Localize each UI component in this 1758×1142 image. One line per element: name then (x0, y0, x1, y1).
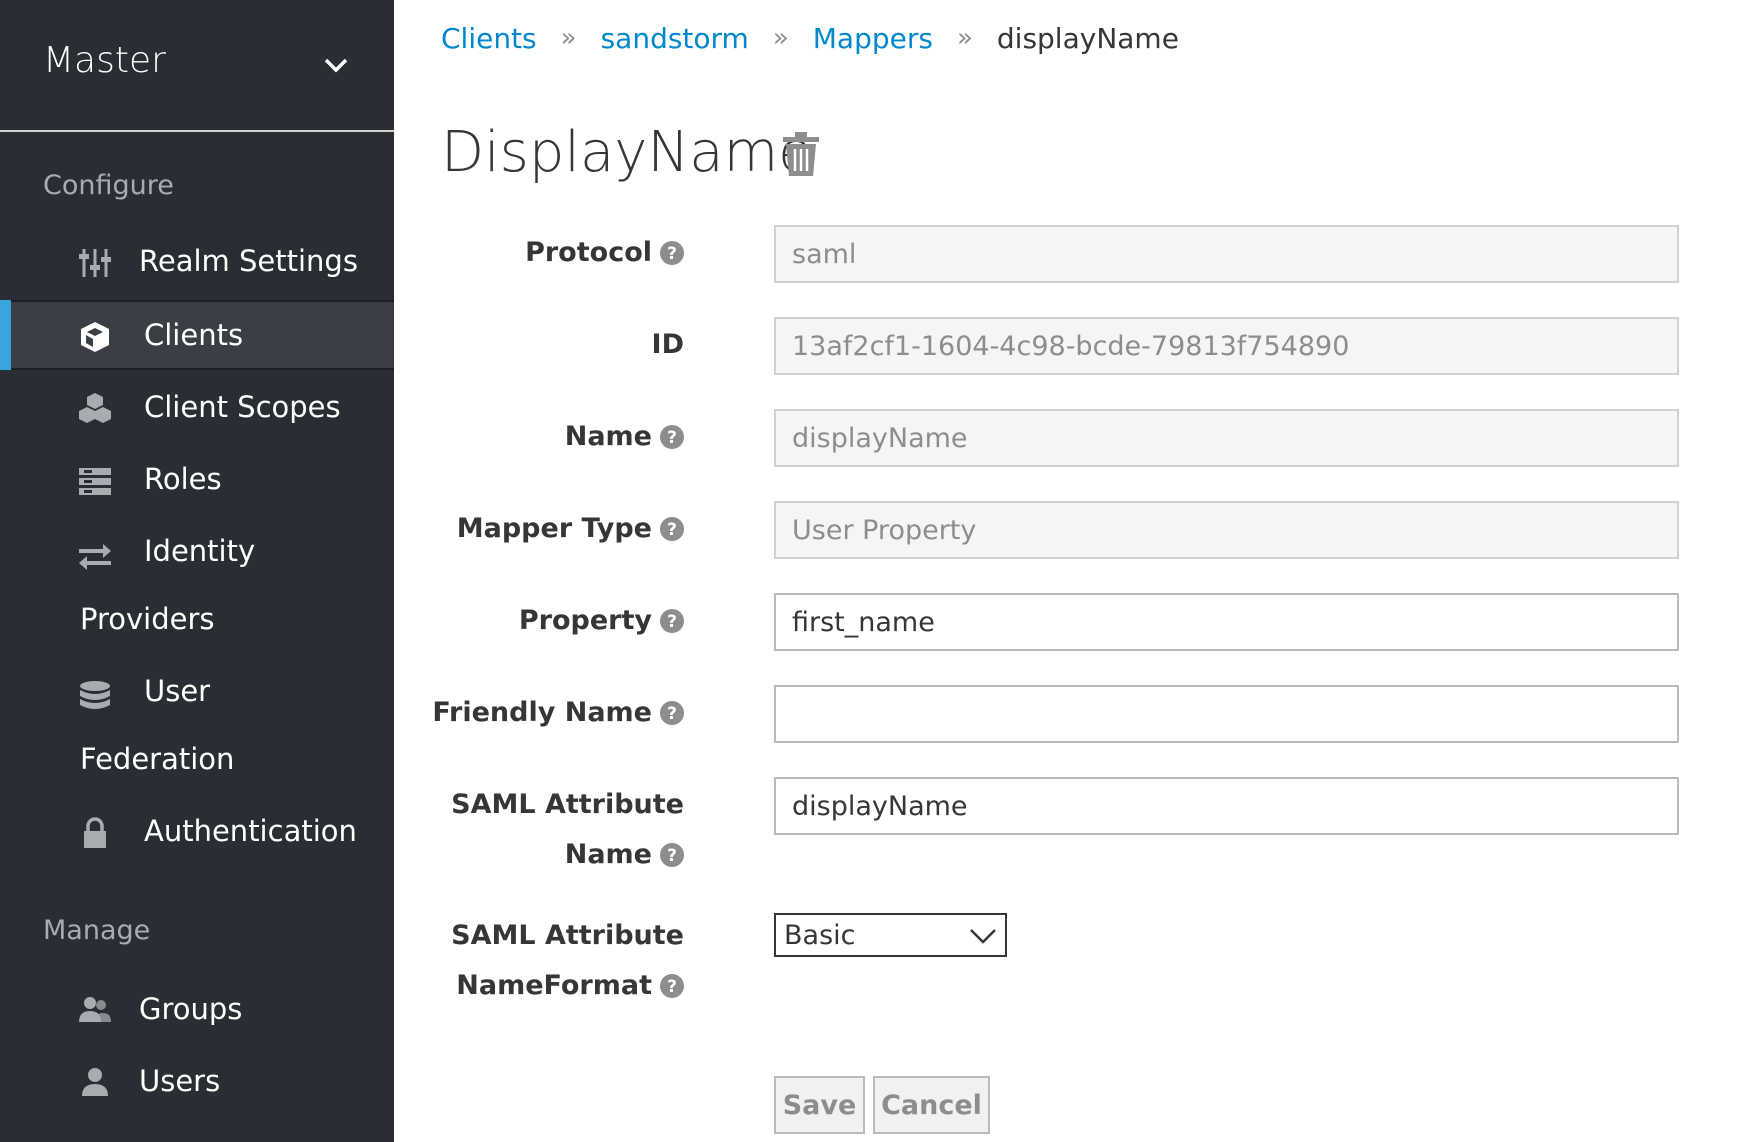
sidebar-item-label: Identity (144, 534, 256, 568)
help-icon[interactable]: ? (660, 973, 684, 998)
mapper-type-field[interactable] (774, 501, 1679, 559)
sidebar-item-user-federation[interactable]: User Federation (0, 658, 394, 798)
sidebar-item-label: Realm Settings (139, 244, 358, 278)
chevron-down-icon (970, 929, 996, 944)
sidebar-item-label: Clients (144, 318, 244, 352)
sidebar-item-label: Client Scopes (144, 390, 341, 424)
page-title: DisplayName (441, 120, 813, 185)
sidebar-item-label: Roles (144, 462, 222, 496)
sidebar-item-label: Users (139, 1064, 221, 1098)
property-input[interactable] (774, 593, 1679, 651)
name-label: Name ? (565, 421, 684, 452)
breadcrumb-current: displayName (996, 21, 1179, 55)
realm-selector[interactable]: Master (0, 0, 394, 132)
help-icon[interactable]: ? (660, 842, 684, 867)
id-field[interactable] (774, 317, 1679, 375)
saml-attribute-name-label-line2: Name ? (565, 839, 684, 870)
sidebar-item-client-scopes[interactable]: Client Scopes (0, 374, 394, 444)
breadcrumb-separator: » (956, 23, 973, 53)
user-icon (78, 1066, 112, 1100)
configure-section-label: Configure (43, 170, 174, 201)
breadcrumb-clients-link[interactable]: Clients (441, 22, 537, 55)
sidebar-item-users[interactable]: Users (0, 1048, 394, 1118)
help-icon[interactable]: ? (660, 240, 684, 265)
trash-icon[interactable] (782, 132, 820, 176)
sidebar-item-label: Providers (80, 602, 215, 636)
exchange-icon (78, 540, 112, 574)
saml-attribute-nameformat-label-line2: NameFormat ? (456, 970, 684, 1001)
lock-icon (78, 816, 112, 850)
svg-text:?: ? (667, 244, 677, 264)
cube-icon (78, 320, 112, 354)
select-value: Basic (784, 920, 856, 951)
sidebar-item-realm-settings[interactable]: Realm Settings (0, 228, 394, 298)
help-icon[interactable]: ? (660, 608, 684, 633)
id-label: ID (651, 329, 684, 360)
saml-attribute-nameformat-label: SAML Attribute (451, 920, 684, 951)
chevron-down-icon (324, 58, 348, 73)
saml-attribute-nameformat-select[interactable]: Basic (774, 913, 1007, 957)
saml-attribute-name-input[interactable] (774, 777, 1679, 835)
breadcrumb-mappers-link[interactable]: Mappers (813, 22, 933, 55)
sidebar-item-groups[interactable]: Groups (0, 976, 394, 1046)
svg-text:?: ? (667, 612, 677, 632)
mapper-type-label: Mapper Type ? (457, 513, 684, 544)
sidebar-item-label: Authentication (144, 814, 357, 848)
sidebar-item-label: User (144, 674, 211, 708)
help-icon[interactable]: ? (660, 700, 684, 725)
sidebar-item-authentication[interactable]: Authentication (0, 798, 394, 868)
svg-text:?: ? (667, 704, 677, 724)
sidebar-item-label: Federation (80, 742, 235, 776)
sidebar-item-identity-providers[interactable]: Identity Providers (0, 518, 394, 658)
list-icon (78, 464, 112, 498)
sliders-icon (78, 246, 112, 280)
breadcrumb-separator: » (772, 23, 789, 53)
sidebar-item-label: Groups (139, 992, 243, 1026)
svg-text:?: ? (667, 846, 677, 866)
friendly-name-label: Friendly Name ? (432, 697, 684, 728)
protocol-field[interactable] (774, 225, 1679, 283)
cubes-icon (78, 392, 112, 426)
database-icon (78, 680, 112, 714)
svg-text:?: ? (667, 428, 677, 448)
realm-name: Master (43, 40, 166, 81)
svg-text:?: ? (667, 520, 677, 540)
property-label: Property ? (519, 605, 684, 636)
save-button[interactable]: Save (774, 1076, 865, 1134)
help-icon[interactable]: ? (660, 516, 684, 541)
sidebar-item-roles[interactable]: Roles (0, 446, 394, 516)
breadcrumb-client-link[interactable]: sandstorm (601, 22, 749, 55)
protocol-label: Protocol ? (525, 237, 684, 268)
sidebar-item-clients[interactable]: Clients (0, 300, 394, 370)
cancel-button[interactable]: Cancel (873, 1076, 990, 1134)
manage-section-label: Manage (43, 915, 151, 946)
breadcrumb-separator: » (560, 23, 577, 53)
users-icon (78, 994, 112, 1028)
name-field[interactable] (774, 409, 1679, 467)
friendly-name-input[interactable] (774, 685, 1679, 743)
saml-attribute-name-label: SAML Attribute (451, 789, 684, 820)
help-icon[interactable]: ? (660, 424, 684, 449)
breadcrumb: Clients » sandstorm » Mappers » displayN… (441, 18, 1179, 58)
svg-text:?: ? (667, 977, 677, 997)
sidebar: Master Configure Realm Settings Clients … (0, 0, 394, 1142)
